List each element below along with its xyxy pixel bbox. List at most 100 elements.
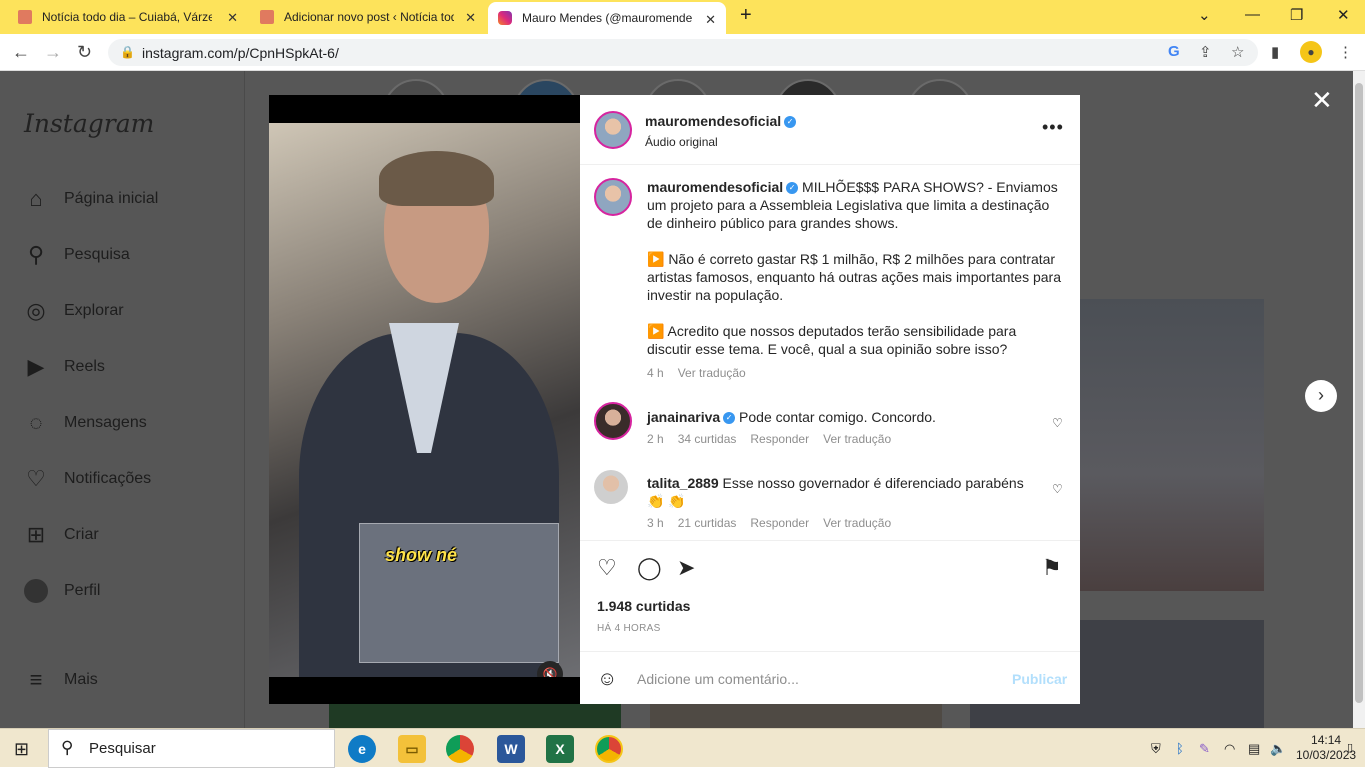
minimize-icon[interactable]: — <box>1245 6 1260 23</box>
publish-button[interactable]: Publicar <box>1012 671 1067 687</box>
notifications-icon[interactable]: ▯ <box>1347 741 1353 754</box>
tab-search-icon[interactable]: ⌄ <box>1198 6 1211 24</box>
comment-username[interactable]: talita_2889 <box>647 475 719 491</box>
like-comment-icon[interactable]: ♡ <box>1052 416 1063 430</box>
see-translation-link[interactable]: Ver tradução <box>823 516 891 530</box>
plus-square-icon: ⊞ <box>26 522 46 547</box>
verified-badge-icon: ✓ <box>723 412 736 425</box>
heart-icon: ♡ <box>26 466 46 491</box>
excel-icon[interactable]: X <box>546 735 574 763</box>
taskbar-search[interactable]: ⚲ Pesquisar <box>48 729 335 768</box>
close-tab-icon[interactable]: ✕ <box>705 12 716 28</box>
post-timestamp[interactable]: HÁ 4 HORAS <box>597 623 661 634</box>
caption-username[interactable]: mauromendesoficial <box>647 179 783 195</box>
nav-item-more[interactable]: ≡ Mais <box>22 663 98 697</box>
profile-avatar-icon[interactable]: ● <box>1300 41 1322 63</box>
caption-meta: 4 h Ver tradução <box>647 366 1062 380</box>
comment-input[interactable]: Adicione um comentário... <box>637 671 799 687</box>
nav-item-notifications[interactable]: ♡ Notificações <box>22 462 151 496</box>
bookmark-star-icon[interactable]: ☆ <box>1231 43 1244 61</box>
close-window-icon[interactable]: ✕ <box>1337 6 1350 24</box>
like-comment-icon[interactable]: ♡ <box>1052 482 1063 496</box>
reply-link[interactable]: Responder <box>750 432 809 446</box>
comment-avatar[interactable] <box>594 402 632 440</box>
save-bookmark-icon[interactable]: ⚑ <box>1042 555 1062 581</box>
maximize-icon[interactable]: ❐ <box>1290 6 1303 24</box>
new-tab-button[interactable]: + <box>740 4 752 27</box>
more-options-icon[interactable]: ••• <box>1042 117 1064 138</box>
favicon-icon <box>18 10 32 24</box>
browser-tab[interactable]: Adicionar novo post ‹ Notícia todo ✕ <box>250 0 486 34</box>
pen-icon[interactable]: ✎ <box>1199 741 1210 757</box>
verified-badge-icon: ✓ <box>784 115 797 128</box>
close-tab-icon[interactable]: ✕ <box>227 10 238 26</box>
edge-icon[interactable]: e <box>348 735 376 763</box>
comment-username[interactable]: janainariva <box>647 409 720 425</box>
wifi-icon[interactable]: ◠ <box>1224 741 1235 757</box>
comments-section[interactable]: mauromendesoficial ✓ MILHÕE$$$ PARA SHOWS… <box>580 166 1080 540</box>
volume-icon[interactable]: 🔈 <box>1270 741 1286 757</box>
post-media[interactable]: show né 🔇 <box>269 95 580 704</box>
see-translation-link[interactable]: Ver tradução <box>823 432 891 446</box>
search-icon: ⚲ <box>27 242 45 267</box>
chrome-profile-icon[interactable] <box>595 735 623 763</box>
see-translation-link[interactable]: Ver tradução <box>678 366 746 380</box>
browser-tab-active[interactable]: Mauro Mendes (@mauromendes ✕ <box>488 2 726 34</box>
nav-label: Notificações <box>64 470 152 487</box>
nav-item-search[interactable]: ⚲ Pesquisa <box>22 238 130 272</box>
caption-avatar[interactable] <box>594 178 632 216</box>
word-icon[interactable]: W <box>497 735 525 763</box>
mute-icon[interactable]: 🔇 <box>537 661 563 677</box>
google-icon[interactable]: G <box>1168 43 1180 60</box>
share-icon[interactable]: ⇪ <box>1199 43 1212 61</box>
reload-icon[interactable]: ↻ <box>77 42 92 63</box>
post-video[interactable]: show né 🔇 <box>269 123 580 677</box>
forward-icon[interactable]: → <box>44 42 62 63</box>
page-scrollbar[interactable] <box>1353 71 1365 728</box>
close-tab-icon[interactable]: ✕ <box>465 10 476 26</box>
windows-start-icon[interactable]: ⊞ <box>14 739 29 760</box>
security-icon[interactable]: ⛨ <box>1151 741 1161 757</box>
emoji-icon[interactable]: ☺ <box>597 668 617 691</box>
author-username[interactable]: mauromendesoficial <box>645 113 781 129</box>
nav-item-create[interactable]: ⊞ Criar <box>22 518 99 552</box>
nav-item-explore[interactable]: ◎ Explorar <box>22 294 123 328</box>
nav-item-profile[interactable]: Perfil <box>22 574 100 608</box>
address-bar[interactable]: 🔒 instagram.com/p/CpnHSpkAt-6/ <box>108 39 1258 66</box>
nav-label: Mais <box>64 671 98 688</box>
close-modal-icon[interactable]: ✕ <box>1311 85 1333 116</box>
instagram-sidebar: Instagram ⌂ Página inicial ⚲ Pesquisa ◎ Exp… <box>0 71 245 728</box>
comment-icon[interactable]: ◯ <box>637 555 662 581</box>
nav-item-home[interactable]: ⌂ Página inicial <box>22 182 158 216</box>
chrome-menu-icon[interactable]: ⋮ <box>1338 43 1353 61</box>
side-panel-icon[interactable]: ▮ <box>1271 43 1279 61</box>
author-avatar[interactable] <box>594 111 632 149</box>
chrome-icon[interactable] <box>446 735 474 763</box>
like-icon[interactable]: ♡ <box>597 555 617 581</box>
comment-avatar[interactable] <box>594 470 628 504</box>
back-icon[interactable]: ← <box>12 42 30 63</box>
next-post-button[interactable]: › <box>1305 380 1337 412</box>
likes-count[interactable]: 1.948 curtidas <box>597 598 690 614</box>
browser-tab[interactable]: Notícia todo dia – Cuiabá, Várzea ✕ <box>8 0 248 34</box>
nav-item-messages[interactable]: ◌ Mensagens <box>22 406 146 440</box>
audio-label[interactable]: Áudio original <box>645 135 796 149</box>
share-icon[interactable]: ➤ <box>677 555 695 581</box>
windows-taskbar: ⊞ ⚲ Pesquisar e ▭ W X ⛨ ᛒ ✎ ◠ ▤ 🔈 14:14 … <box>0 728 1365 768</box>
bluetooth-icon[interactable]: ᛒ <box>1176 741 1184 756</box>
nav-item-reels[interactable]: ▶ Reels <box>22 350 105 384</box>
post-caption: mauromendesoficial ✓ MILHÕE$$$ PARA SHOWS… <box>647 178 1062 380</box>
comment-likes[interactable]: 21 curtidas <box>678 516 737 530</box>
network-icon[interactable]: ▤ <box>1248 741 1260 757</box>
instagram-logo[interactable]: Instagram <box>24 109 154 138</box>
scrollbar-thumb[interactable] <box>1355 83 1363 703</box>
url-text: instagram.com/p/CpnHSpkAt-6/ <box>142 45 339 61</box>
profile-avatar <box>22 577 50 605</box>
messenger-icon: ◌ <box>29 410 43 435</box>
tab-title: Mauro Mendes (@mauromendes <box>522 11 692 25</box>
file-explorer-icon[interactable]: ▭ <box>398 735 426 763</box>
nav-label: Perfil <box>64 582 101 599</box>
comment-likes[interactable]: 34 curtidas <box>678 432 737 446</box>
comment-meta: 2 h 34 curtidas Responder Ver tradução <box>647 432 1042 446</box>
reply-link[interactable]: Responder <box>750 516 809 530</box>
